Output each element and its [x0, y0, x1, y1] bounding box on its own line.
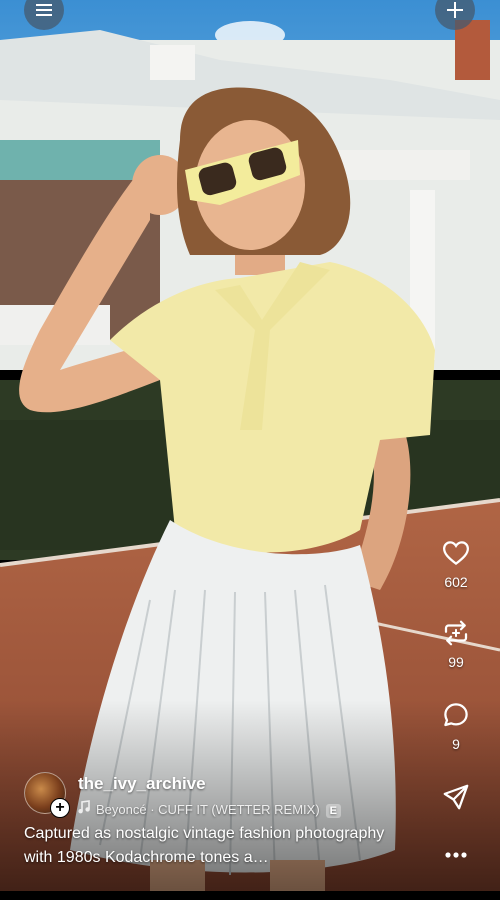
more-icon[interactable] — [441, 840, 471, 870]
username[interactable]: the_ivy_archive — [78, 774, 206, 794]
more-options-button[interactable] — [432, 840, 480, 870]
follow-plus-button[interactable]: + — [50, 798, 70, 818]
post-caption[interactable]: Captured as nostalgic vintage fashion ph… — [24, 822, 414, 870]
post-author: + the_ivy_archive Beyoncé · CUFF IT (WET… — [24, 772, 424, 818]
like-action[interactable]: 602 — [432, 538, 480, 590]
repost-count: 99 — [448, 654, 464, 670]
track-title: Beyoncé · CUFF IT (WETTER REMIX) — [96, 802, 320, 817]
plus-icon — [447, 2, 463, 18]
comment-icon[interactable] — [441, 700, 471, 730]
music-note-icon — [78, 800, 90, 814]
send-icon[interactable] — [441, 782, 471, 812]
repost-action[interactable]: 99 — [432, 618, 480, 670]
hamburger-menu-icon — [36, 4, 52, 16]
post-photo[interactable] — [0, 0, 500, 900]
photo-illustration — [0, 0, 500, 900]
like-count: 602 — [444, 574, 468, 590]
comment-count: 9 — [452, 736, 460, 752]
music-track[interactable]: Beyoncé · CUFF IT (WETTER REMIX) E — [78, 800, 342, 818]
comment-action[interactable]: 9 — [432, 700, 480, 752]
bottom-edge — [0, 891, 500, 900]
share-action[interactable] — [432, 782, 480, 812]
explicit-badge: E — [325, 804, 342, 818]
heart-icon[interactable] — [441, 538, 471, 568]
repost-icon[interactable] — [441, 618, 471, 648]
